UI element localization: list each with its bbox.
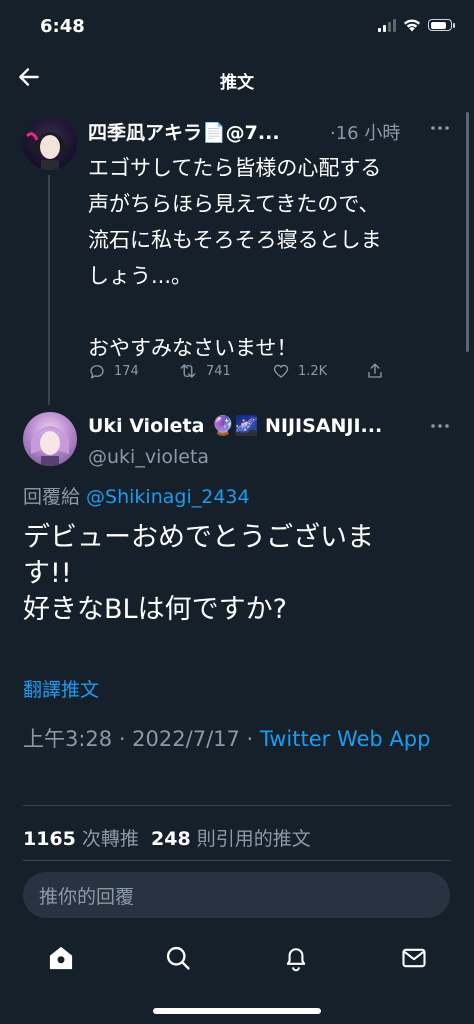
reply-button[interactable]: 174 bbox=[88, 362, 139, 380]
tweet-text: デビューおめでとうございま す!! 好きなBLは何ですか? bbox=[23, 520, 453, 628]
reply-placeholder: 推你的回覆 bbox=[39, 885, 135, 908]
tweet-time[interactable]: ·16 小時 bbox=[330, 119, 400, 145]
status-time: 6:48 bbox=[40, 16, 85, 37]
tweet-line: 流石に私もそろそろ寝るとしま bbox=[88, 228, 382, 252]
retweet-total[interactable]: 1165 bbox=[23, 828, 76, 850]
tweet-line: エゴサしてたら皆様の心配する bbox=[88, 156, 382, 180]
display-name[interactable]: Uki Violeta 🔮🌌 NIJISANJI... bbox=[88, 414, 382, 437]
avatar-image bbox=[31, 426, 69, 466]
tweet-stats: 1165 次轉推 248 則引用的推文 bbox=[23, 824, 311, 851]
home-indicator bbox=[153, 1008, 321, 1014]
reply-handle-link[interactable]: @Shikinagi_2434 bbox=[86, 486, 250, 508]
tweet-text: エゴサしてたら皆様の心配する 声がちらほら見えてきたので、 流石に私もそろそろ寝… bbox=[88, 150, 458, 366]
avatar-shikinagi[interactable] bbox=[23, 116, 77, 170]
tweet-line: しょう...。 bbox=[88, 264, 193, 288]
replying-to: 回覆給 @Shikinagi_2434 bbox=[23, 482, 250, 509]
retweet-label: 次轉推 bbox=[75, 828, 152, 850]
tweet-line: デビューおめでとうございま bbox=[23, 522, 374, 553]
tweet-line: 声がちらほら見えてきたので、 bbox=[88, 192, 380, 216]
reply-icon bbox=[90, 365, 104, 379]
source-link[interactable]: Twitter Web App bbox=[260, 727, 431, 751]
avatar-image bbox=[25, 132, 67, 170]
heart-icon bbox=[273, 364, 289, 378]
home-icon[interactable] bbox=[47, 944, 75, 972]
reply-input[interactable]: 推你的回覆 bbox=[23, 872, 450, 918]
divider bbox=[23, 860, 451, 861]
tweet-actions: 174 741 1.2K bbox=[88, 362, 408, 386]
retweet-button[interactable]: 741 bbox=[178, 362, 231, 380]
like-count: 1.2K bbox=[298, 363, 328, 379]
tweet-line: おやすみなさいませ！ bbox=[88, 336, 298, 360]
signal-icon bbox=[378, 18, 396, 32]
share-icon bbox=[368, 363, 382, 378]
user-handle[interactable]: @uki_violeta bbox=[88, 446, 209, 468]
quote-label: 則引用的推文 bbox=[190, 828, 311, 850]
bell-icon[interactable] bbox=[282, 944, 310, 972]
status-icons bbox=[378, 18, 455, 32]
tweet-datetime: 上午3:28 · 2022/7/17 · bbox=[23, 727, 260, 751]
tweet-line: す!! bbox=[23, 558, 72, 589]
more-icon[interactable] bbox=[428, 116, 452, 140]
scrollbar[interactable] bbox=[466, 112, 469, 352]
mail-icon[interactable] bbox=[400, 944, 428, 972]
avatar-uki-violeta[interactable] bbox=[23, 412, 77, 466]
battery-icon bbox=[428, 19, 455, 31]
tweet-line: 好きなBLは何ですか? bbox=[23, 594, 287, 625]
thread-line bbox=[48, 175, 50, 405]
retweet-count: 741 bbox=[206, 363, 231, 379]
retweet-icon bbox=[180, 364, 196, 378]
tweet-line bbox=[88, 294, 458, 330]
translate-tweet-link[interactable]: 翻譯推文 bbox=[23, 675, 99, 702]
reply-prefix: 回覆給 bbox=[23, 486, 87, 508]
display-name[interactable]: 四季凪アキラ📄@7... bbox=[88, 118, 280, 145]
page-title: 推文 bbox=[220, 73, 254, 93]
share-button[interactable] bbox=[366, 362, 384, 380]
quote-total[interactable]: 248 bbox=[151, 828, 191, 850]
wifi-icon bbox=[404, 19, 420, 32]
like-button[interactable]: 1.2K bbox=[272, 362, 327, 380]
divider bbox=[23, 805, 451, 806]
more-icon[interactable] bbox=[428, 414, 452, 438]
tweet-meta: 上午3:28 · 2022/7/17 · Twitter Web App bbox=[23, 722, 443, 757]
search-icon[interactable] bbox=[164, 944, 192, 972]
reply-count: 174 bbox=[114, 363, 139, 379]
